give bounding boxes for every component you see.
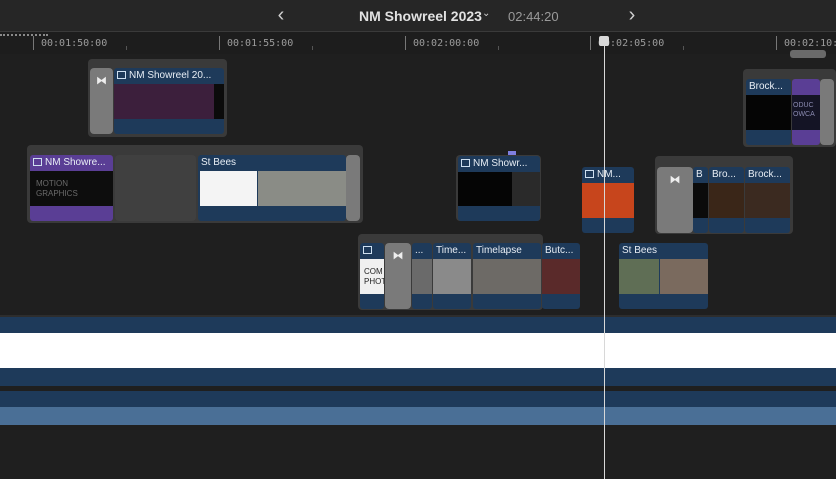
clip-label: Brock... xyxy=(748,169,782,180)
clip-thumbnail xyxy=(746,95,791,130)
timeline-header: ‹ NM Showreel 2023 ⌄ 02:44:20 › xyxy=(0,0,836,31)
clip-thumbnail: COM PHOT xyxy=(360,259,384,294)
clip-b[interactable]: B xyxy=(693,167,708,233)
transition-handle[interactable]: ⧓ xyxy=(90,68,113,134)
primary-storyline-band[interactable] xyxy=(0,317,836,333)
clip-thumbnail xyxy=(200,171,257,206)
ruler-major-tick xyxy=(405,36,406,50)
gap-clip[interactable] xyxy=(115,155,196,221)
clip-label: ... xyxy=(415,245,424,256)
ruler-major-tick xyxy=(776,36,777,50)
clip-thumbnail xyxy=(458,172,512,206)
primary-storyline-clip[interactable] xyxy=(0,333,836,368)
transition-icon: ⧓ xyxy=(392,250,404,262)
ruler-major-tick xyxy=(219,36,220,50)
chevron-left-icon[interactable]: ‹ xyxy=(271,4,291,26)
clip-nm-showreel-top[interactable]: NM Showreel 20... xyxy=(114,68,224,134)
clip-thumbnail xyxy=(745,183,790,218)
clip-thumbnail xyxy=(582,183,634,218)
ruler-label: 00:02:00:00 xyxy=(413,38,480,49)
clip-label: NM... xyxy=(597,169,621,180)
ruler-minor-tick xyxy=(312,46,313,50)
transition-handle[interactable]: ⧓ xyxy=(657,167,693,233)
clip-thumbnail: MOTION GRAPHICS xyxy=(30,171,113,206)
clip-thumbnail xyxy=(114,84,214,119)
project-title[interactable]: NM Showreel 2023 xyxy=(359,8,482,24)
overflow-clip-indicator[interactable] xyxy=(790,50,826,58)
compound-clip-top-right[interactable]: ODUC OWCA xyxy=(792,79,820,145)
clip-label: Bro... xyxy=(712,169,736,180)
transition-handle[interactable] xyxy=(346,155,360,221)
chevron-right-icon[interactable]: › xyxy=(622,4,642,26)
clip-brock-top[interactable]: Brock... xyxy=(746,79,791,145)
thumbnail-text: COM PHOT xyxy=(364,267,384,286)
clip-label: Brock... xyxy=(749,81,783,92)
clip-bro[interactable]: Bro... xyxy=(709,167,744,233)
timeline-area[interactable]: ⧓ NM Showreel 20... Brock... ODUC OWCA N… xyxy=(0,50,836,479)
compound-clip-icon xyxy=(363,246,372,254)
compound-clip-nm-showreel[interactable]: NM Showre... MOTION GRAPHICS xyxy=(30,155,113,221)
clip-brock-mid[interactable]: Brock... xyxy=(745,167,790,233)
clip-thumbnail xyxy=(258,171,346,206)
transition-handle[interactable] xyxy=(820,79,834,145)
compound-clip-icon xyxy=(585,170,594,178)
clip-time[interactable]: Time... xyxy=(433,243,471,309)
clip-label: NM Showreel 20... xyxy=(129,70,212,81)
clip-label: Timelapse xyxy=(476,245,522,256)
ruler-label: 00:01:55:00 xyxy=(227,38,294,49)
clip-thumbnail xyxy=(412,259,432,294)
clip-timelapse[interactable]: Timelapse xyxy=(473,243,541,309)
clip-compound-photo[interactable]: COM PHOT xyxy=(360,243,384,309)
clip-label: Time... xyxy=(436,245,467,256)
ruler-minor-tick xyxy=(498,46,499,50)
transition-icon: ⧓ xyxy=(96,75,107,87)
clip-label: NM Showre... xyxy=(45,157,106,168)
chevron-down-icon[interactable]: ⌄ xyxy=(482,8,490,19)
transition-handle[interactable]: ⧓ xyxy=(385,243,411,309)
ruler-minor-tick xyxy=(126,46,127,50)
ruler-minor-tick xyxy=(683,46,684,50)
audio-band[interactable] xyxy=(0,391,836,407)
clip-thumbnail xyxy=(660,259,708,294)
thumbnail-text: ODUC OWCA xyxy=(793,102,815,118)
primary-storyline-band[interactable] xyxy=(0,368,836,386)
audio-waveform[interactable] xyxy=(0,407,836,425)
compound-clip-icon xyxy=(33,158,42,166)
clip-label: St Bees xyxy=(622,245,658,256)
time-ruler[interactable]: 00:01:50:00 00:01:55:00 00:02:00:00 00:0… xyxy=(0,31,836,54)
compound-clip-icon xyxy=(461,159,470,167)
clip-butc[interactable]: Butc... xyxy=(542,243,580,309)
clip-thumbnail xyxy=(619,259,659,294)
thumbnail-text: MOTION GRAPHICS xyxy=(36,179,78,198)
clip-thumbnail xyxy=(709,183,744,218)
clip-dots[interactable]: ... xyxy=(412,243,432,309)
clip-thumbnail xyxy=(693,183,708,218)
clip-thumbnail xyxy=(214,84,224,119)
clip-thumbnail xyxy=(433,259,471,294)
ruler-label: 00:02:10:00 xyxy=(784,38,836,49)
clip-thumbnail xyxy=(473,259,541,294)
ruler-major-tick xyxy=(590,36,591,50)
clip-label: NM Showr... xyxy=(473,158,528,169)
clip-thumbnail xyxy=(542,259,580,294)
playhead-handle[interactable] xyxy=(599,36,609,46)
clip-label: St Bees xyxy=(201,157,237,168)
empty-track-area xyxy=(0,425,836,479)
clip-st-bees-2[interactable]: St Bees xyxy=(619,243,708,309)
transition-icon: ⧓ xyxy=(669,174,681,186)
ruler-label: 00:01:50:00 xyxy=(41,38,108,49)
project-duration: 02:44:20 xyxy=(508,9,559,24)
clip-thumbnail: ODUC OWCA xyxy=(792,95,820,130)
clip-nm-showreel-mid[interactable]: NM Showr... xyxy=(458,156,540,221)
playhead[interactable] xyxy=(604,36,605,479)
clip-nm-small[interactable]: NM... xyxy=(582,167,634,233)
ruler-major-tick xyxy=(33,36,34,50)
clip-thumbnail xyxy=(512,172,540,206)
clip-label: B xyxy=(696,169,703,180)
clip-label: Butc... xyxy=(545,245,574,256)
compound-clip-icon xyxy=(117,71,126,79)
clip-st-bees-1[interactable]: St Bees xyxy=(198,155,346,221)
